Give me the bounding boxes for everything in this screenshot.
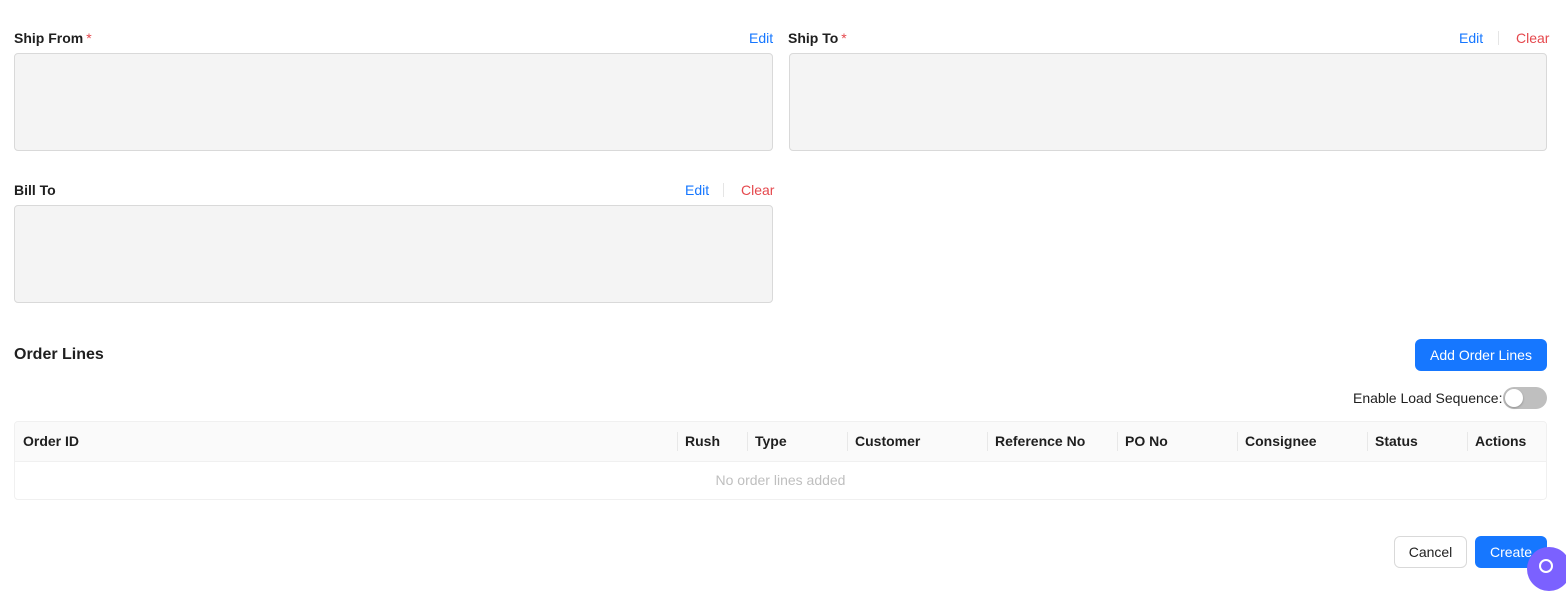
link-separator <box>1498 31 1499 45</box>
ship-from-label: Ship From * <box>14 30 92 46</box>
ship-from-edit-link[interactable]: Edit <box>749 30 773 46</box>
ship-from-label-text: Ship From <box>14 30 84 46</box>
column-header-type: Type <box>755 433 787 449</box>
column-header-order-id: Order ID <box>23 433 80 449</box>
bill-to-label: Bill To <box>14 182 56 198</box>
ship-to-label-text: Ship To <box>788 30 839 46</box>
required-marker: * <box>86 30 92 46</box>
bill-to-address-box[interactable] <box>14 205 773 303</box>
ship-to-edit-link[interactable]: Edit <box>1459 30 1483 46</box>
column-header-status: Status <box>1375 433 1418 449</box>
table-header: Order ID Rush Type Customer Reference No… <box>15 422 1546 462</box>
ship-to-label: Ship To * <box>788 30 847 46</box>
column-header-reference-no: Reference No <box>995 433 1086 449</box>
column-header-actions: Actions <box>1475 433 1527 449</box>
column-header-customer: Customer <box>855 433 921 449</box>
column-header-po-no: PO No <box>1125 433 1168 449</box>
ship-from-address-box[interactable] <box>14 53 773 151</box>
bill-to-label-text: Bill To <box>14 182 56 198</box>
chat-icon <box>1539 559 1553 573</box>
order-lines-title: Order Lines <box>14 346 104 363</box>
bill-to-edit-link[interactable]: Edit <box>685 182 709 198</box>
ship-to-address-box[interactable] <box>789 53 1547 151</box>
load-sequence-label: Enable Load Sequence: <box>1353 390 1503 406</box>
table-empty-message: No order lines added <box>715 472 846 488</box>
ship-to-clear-link[interactable]: Clear <box>1516 30 1549 46</box>
add-order-lines-button[interactable]: Add Order Lines <box>1415 339 1547 371</box>
column-header-rush: Rush <box>685 433 720 449</box>
order-lines-table: Order ID Rush Type Customer Reference No… <box>14 421 1547 500</box>
column-header-consignee: Consignee <box>1245 433 1317 449</box>
cancel-button[interactable]: Cancel <box>1394 536 1467 568</box>
toggle-knob <box>1505 389 1523 407</box>
link-separator <box>723 183 724 197</box>
load-sequence-toggle[interactable] <box>1503 387 1547 409</box>
chat-fab-button[interactable] <box>1527 547 1566 591</box>
required-marker: * <box>841 30 847 46</box>
bill-to-clear-link[interactable]: Clear <box>741 182 774 198</box>
